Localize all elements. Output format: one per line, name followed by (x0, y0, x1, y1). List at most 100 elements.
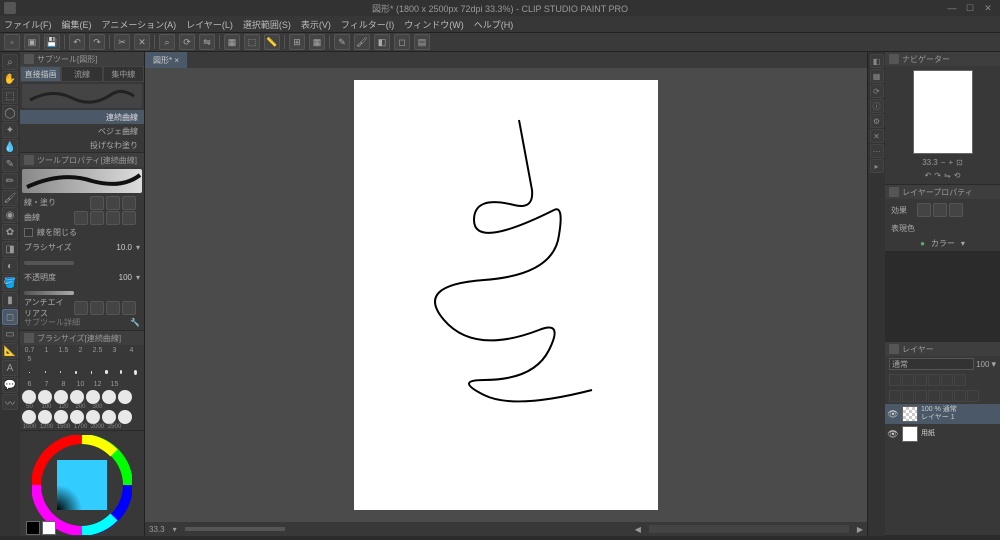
fill-tool-icon[interactable]: 🪣 (2, 275, 18, 291)
zoom-in-icon[interactable]: + (948, 158, 953, 167)
brushsize-dot[interactable] (86, 410, 100, 424)
chevron-down-icon[interactable]: ▾ (961, 239, 965, 248)
navigator-thumbnail[interactable] (913, 70, 973, 154)
menu-layer[interactable]: レイヤー(L) (186, 18, 233, 31)
eraser-icon[interactable]: ◧ (374, 34, 390, 50)
linefill-option-icon[interactable] (106, 196, 120, 210)
ruler-icon[interactable]: 📏 (264, 34, 280, 50)
effect-option-icon[interactable] (933, 203, 947, 217)
shape-icon[interactable]: ◻ (394, 34, 410, 50)
brushsize-slider[interactable] (24, 261, 74, 265)
menu-view[interactable]: 表示(V) (301, 18, 331, 31)
fill-icon[interactable]: ▦ (224, 34, 240, 50)
deco-tool-icon[interactable]: ✿ (2, 224, 18, 240)
curve-option-icon[interactable] (122, 211, 136, 225)
quickaccess-icon[interactable]: ◧ (870, 54, 884, 68)
brushsize-dot[interactable] (118, 390, 132, 404)
new-folder-icon[interactable] (902, 390, 914, 402)
material-icon[interactable]: ▤ (414, 34, 430, 50)
blend-tool-icon[interactable]: ◐ (2, 258, 18, 274)
layer-thumbnail[interactable] (902, 406, 918, 422)
brushsize-dot[interactable] (75, 371, 77, 374)
curve-option-icon[interactable] (90, 211, 104, 225)
effect-option-icon[interactable] (949, 203, 963, 217)
menu-selection[interactable]: 選択範囲(S) (243, 18, 291, 31)
subtool-tab-focus[interactable]: 集中線 (103, 66, 144, 82)
brushsize-dot[interactable] (38, 390, 52, 404)
subtool-tab-stream[interactable]: 流線 (61, 66, 102, 82)
merge-icon[interactable] (928, 390, 940, 402)
close-button[interactable]: ✕ (980, 3, 996, 14)
snap-icon[interactable]: ⊞ (289, 34, 305, 50)
document-tab[interactable]: 図形* × (145, 52, 187, 68)
brushsize-dot[interactable] (118, 410, 132, 424)
fg-color-swatch[interactable] (26, 521, 40, 535)
close-line-checkbox[interactable] (24, 228, 33, 237)
brushsize-dot[interactable] (29, 372, 30, 373)
brush-tool-icon[interactable]: 🖌 (2, 190, 18, 206)
ruler-tool-icon[interactable]: 📐 (2, 343, 18, 359)
action-icon[interactable]: ⚙ (870, 114, 884, 128)
move-tool-icon[interactable]: ✋ (2, 71, 18, 87)
more-icon[interactable]: ⋯ (870, 144, 884, 158)
brushsize-dot[interactable] (54, 390, 68, 404)
rotate-ccw-icon[interactable]: ↶ (925, 171, 932, 180)
layer-menu-icon[interactable] (967, 390, 979, 402)
caret-icon[interactable]: ▾ (136, 273, 140, 282)
aa-option-icon[interactable] (74, 301, 88, 315)
zoom-tool-icon[interactable]: ⌕ (2, 54, 18, 70)
visibility-icon[interactable]: 👁 (887, 409, 899, 420)
transfer-icon[interactable] (915, 390, 927, 402)
menu-animation[interactable]: アニメーション(A) (102, 18, 177, 31)
chevron-down-icon[interactable]: ▾ (173, 525, 177, 534)
linefill-option-icon[interactable] (90, 196, 104, 210)
layerprop-color-value[interactable]: カラー (931, 238, 955, 249)
pencil-tool-icon[interactable]: ✏ (2, 173, 18, 189)
aa-option-icon[interactable] (122, 301, 136, 315)
layer-row[interactable]: 👁 100 % 通常レイヤー 1 (885, 404, 1000, 424)
undo-icon[interactable]: ↶ (69, 34, 85, 50)
wand-tool-icon[interactable]: ✦ (2, 122, 18, 138)
brushsize-dot[interactable] (134, 370, 137, 375)
subtool-item-continuous[interactable]: 連続曲線 (20, 110, 144, 124)
zoom-value[interactable]: 33.3 (922, 158, 938, 167)
subtool-item-bezier[interactable]: ベジェ曲線 (20, 124, 144, 138)
correct-tool-icon[interactable]: 〰 (2, 394, 18, 410)
blend-opacity[interactable]: 100 (976, 360, 989, 369)
eyedropper-icon[interactable]: 💧 (2, 139, 18, 155)
mask-icon[interactable] (928, 374, 940, 386)
aa-option-icon[interactable] (90, 301, 104, 315)
prop-opacity-value[interactable]: 100 (119, 273, 132, 282)
pen-icon[interactable]: ✎ (334, 34, 350, 50)
subtool-item-lassofill[interactable]: 投げなわ塗り (20, 138, 144, 152)
scrollbar-left-icon[interactable]: ◀ (635, 525, 641, 534)
subtool-tab-direct[interactable]: 直接描画 (20, 66, 61, 82)
brushsize-dot[interactable] (38, 410, 52, 424)
close-panel-icon[interactable]: ✕ (870, 129, 884, 143)
effect-option-icon[interactable] (917, 203, 931, 217)
collapse-icon[interactable]: ▸ (870, 159, 884, 173)
h-scrollbar[interactable] (649, 525, 849, 533)
lock-alpha-icon[interactable] (902, 374, 914, 386)
menu-edit[interactable]: 編集(E) (62, 18, 92, 31)
caret-icon[interactable]: ▾ (136, 243, 140, 252)
minimize-button[interactable]: — (944, 3, 960, 14)
curve-option-icon[interactable] (106, 211, 120, 225)
redo-icon[interactable]: ↷ (89, 34, 105, 50)
brushsize-dot[interactable] (105, 370, 107, 374)
brushsize-dot[interactable] (91, 371, 93, 374)
menu-help[interactable]: ヘルプ(H) (474, 18, 514, 31)
menu-filter[interactable]: フィルター(I) (341, 18, 394, 31)
brushsize-dot[interactable] (22, 390, 36, 404)
delete-layer-icon[interactable] (941, 390, 953, 402)
history-icon[interactable]: ⟳ (870, 84, 884, 98)
menu-file[interactable]: ファイル(F) (4, 18, 52, 31)
select-tool-icon[interactable]: ⬚ (2, 88, 18, 104)
airbrush-tool-icon[interactable]: ◉ (2, 207, 18, 223)
brush-icon[interactable]: 🖌 (354, 34, 370, 50)
save-icon[interactable]: 💾 (44, 34, 60, 50)
aa-option-icon[interactable] (106, 301, 120, 315)
brushsize-dot[interactable] (60, 371, 61, 373)
pen-tool-icon[interactable]: ✎ (2, 156, 18, 172)
flip-h-icon[interactable]: ⇋ (944, 171, 951, 180)
